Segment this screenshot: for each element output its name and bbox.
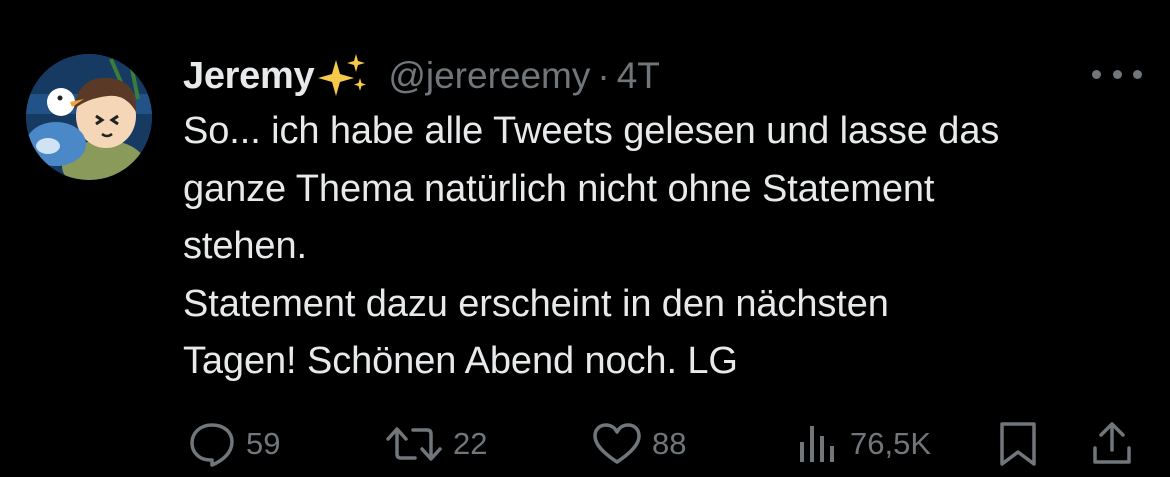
views-button[interactable]: 76,5K: [796, 418, 931, 470]
tweet-line: Statement dazu erscheint in den nächsten: [183, 282, 889, 325]
share-button[interactable]: [1090, 418, 1134, 470]
tweet-line: So... ich habe alle Tweets gelesen und l…: [183, 110, 1000, 152]
more-dots-icon[interactable]: [1092, 62, 1142, 86]
like-button[interactable]: 88: [592, 418, 686, 470]
avatar[interactable]: [26, 54, 152, 180]
tweet-card[interactable]: Jeremy @jerereemy · 4T So... ich habe al…: [0, 0, 1170, 477]
share-upload-icon: [1093, 422, 1131, 464]
avatar-illustration: [26, 54, 152, 180]
sparkles-icon: [318, 54, 370, 98]
reply-count: 59: [246, 426, 281, 461]
like-count: 88: [652, 426, 687, 461]
retweet-arrows-icon: [386, 427, 442, 461]
bookmark-icon: [1000, 422, 1036, 466]
dot: [1092, 69, 1101, 79]
tweet-header: Jeremy @jerereemy · 4T: [183, 52, 660, 100]
retweet-count: 22: [453, 426, 488, 461]
author-handle[interactable]: @jerereemy: [388, 55, 590, 97]
separator-dot: ·: [597, 55, 610, 96]
retweet-button[interactable]: 22: [385, 418, 487, 470]
action-bar: 59 22 88 76,5K: [0, 418, 1170, 470]
dot: [1133, 69, 1142, 79]
tweet-line: Tagen! Schönen Abend noch. LG: [183, 340, 738, 382]
dot: [1112, 69, 1122, 79]
speech-bubble-icon: [190, 423, 234, 467]
tweet-text: So... ich habe alle Tweets gelesen und l…: [183, 103, 1158, 391]
bar-chart-icon: [800, 426, 834, 462]
views-count: 76,5K: [850, 426, 932, 461]
author-name[interactable]: Jeremy: [183, 55, 315, 98]
bookmark-button[interactable]: [996, 418, 1040, 470]
heart-icon: [593, 423, 641, 464]
tweet-line: stehen.: [183, 225, 307, 267]
reply-button[interactable]: 59: [188, 418, 280, 470]
timestamp[interactable]: 4T: [617, 55, 660, 97]
tweet-line: ganze Thema natürlich nicht ohne Stateme…: [183, 167, 935, 210]
